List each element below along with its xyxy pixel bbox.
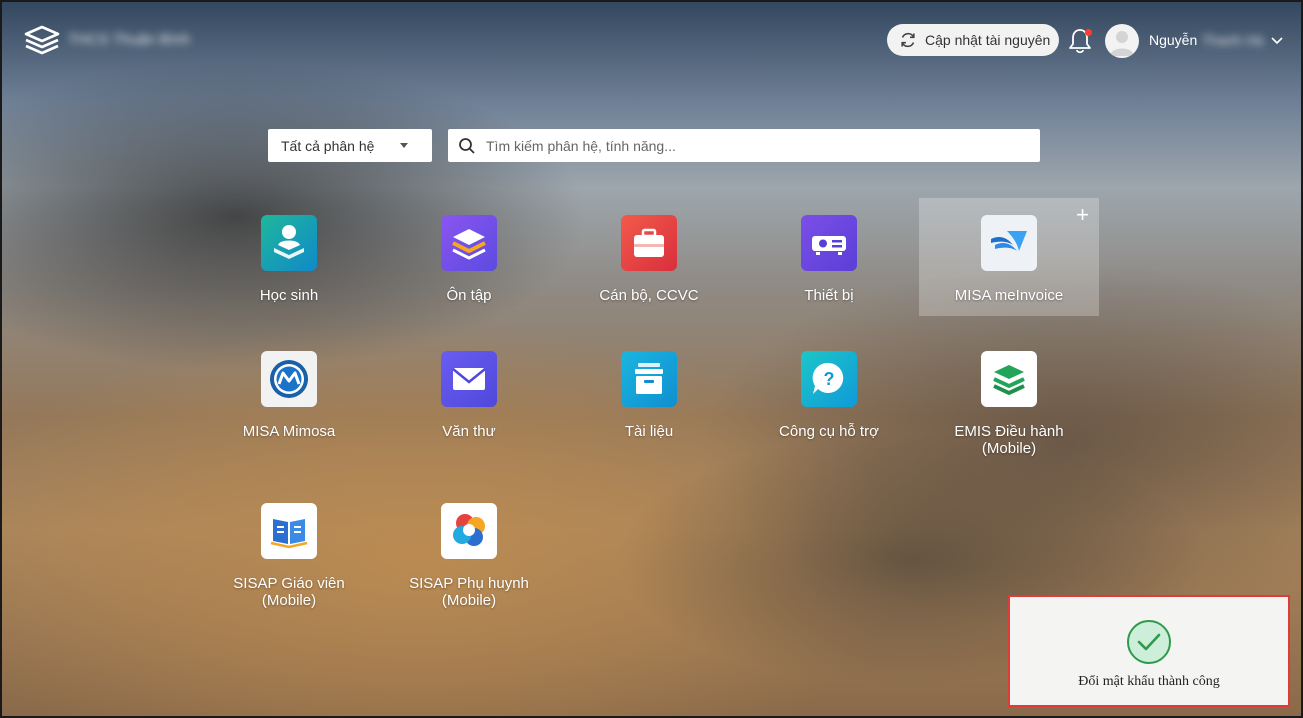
desktop-background: THCS Thuận Bình Cập nhật tài nguyên Nguy… <box>0 0 1303 718</box>
app-tile-mimosa[interactable]: MISA Mimosa <box>199 334 379 452</box>
app-label: Văn thư <box>442 423 496 440</box>
notification-bell-icon[interactable] <box>1066 26 1094 56</box>
app-label: EMIS Điều hành (Mobile) <box>954 423 1064 457</box>
module-filter-select[interactable]: Tất cả phân hệ <box>268 129 432 162</box>
check-circle-icon <box>1127 620 1171 664</box>
app-label: SISAP Giáo viên (Mobile) <box>233 575 345 609</box>
mail-icon <box>441 351 497 407</box>
sisap-parent-icon <box>441 503 497 559</box>
notification-dot <box>1085 29 1092 36</box>
app-tile-hoc-sinh[interactable]: Học sinh <box>199 198 379 316</box>
app-label: Công cụ hỗ trợ <box>779 423 879 440</box>
app-tile-meinvoice[interactable]: MISA meInvoice + <box>919 198 1099 316</box>
meinvoice-icon <box>981 215 1037 271</box>
app-label: Học sinh <box>259 287 319 304</box>
avatar[interactable] <box>1105 24 1139 58</box>
student-icon <box>261 215 317 271</box>
app-label: Tài liệu <box>624 423 674 440</box>
app-tile-tai-lieu[interactable]: Tài liệu <box>559 334 739 452</box>
refresh-icon <box>901 32 915 48</box>
app-tile-sisap-giao-vien[interactable]: SISAP Giáo viên (Mobile) <box>199 486 379 609</box>
projector-icon <box>801 215 857 271</box>
app-tile-cong-cu-ho-tro[interactable]: ? Công cụ hỗ trợ <box>739 334 919 452</box>
app-label: Ôn tập <box>446 287 492 304</box>
svg-text:?: ? <box>824 369 835 389</box>
app-tile-van-thu[interactable]: Văn thư <box>379 334 559 452</box>
user-name-rest: Thanh Hà <box>1202 32 1264 48</box>
app-tile-emis-dieu-hanh[interactable]: EMIS Điều hành (Mobile) <box>919 334 1099 457</box>
archive-box-icon <box>621 351 677 407</box>
add-to-favorites-icon[interactable]: + <box>1076 204 1089 226</box>
update-resources-label: Cập nhật tài nguyên <box>925 32 1051 48</box>
caret-down-icon <box>400 143 408 148</box>
chevron-down-icon[interactable] <box>1270 33 1284 47</box>
toast-message: Đổi mật khẩu thành công <box>1078 674 1220 689</box>
app-label: MISA meInvoice <box>954 287 1064 304</box>
search-icon <box>459 137 475 154</box>
app-label: SISAP Phụ huynh (Mobile) <box>409 575 529 609</box>
search-box[interactable] <box>448 129 1040 162</box>
module-filter-value: Tất cả phân hệ <box>281 137 375 154</box>
user-name[interactable]: Nguyễn <box>1149 32 1197 48</box>
open-book-icon <box>261 503 317 559</box>
app-tile-can-bo[interactable]: Cán bộ, CCVC <box>559 198 739 316</box>
briefcase-icon <box>621 215 677 271</box>
success-toast: Đổi mật khẩu thành công <box>1008 595 1290 707</box>
app-logo-icon[interactable] <box>22 24 62 58</box>
mimosa-icon <box>261 351 317 407</box>
update-resources-button[interactable]: Cập nhật tài nguyên <box>887 24 1059 56</box>
help-bubble-icon: ? <box>801 351 857 407</box>
app-tile-thiet-bi[interactable]: Thiết bị <box>739 198 919 316</box>
app-tile-sisap-phu-huynh[interactable]: SISAP Phụ huynh (Mobile) <box>379 486 559 609</box>
app-tile-on-tap[interactable]: Ôn tập <box>379 198 559 316</box>
emis-icon <box>981 351 1037 407</box>
app-label: MISA Mimosa <box>242 423 336 440</box>
app-label: Thiết bị <box>804 287 854 304</box>
org-name: THCS Thuận Bình <box>68 31 191 48</box>
review-icon <box>441 215 497 271</box>
app-label: Cán bộ, CCVC <box>599 287 699 304</box>
search-input[interactable] <box>484 136 1028 155</box>
